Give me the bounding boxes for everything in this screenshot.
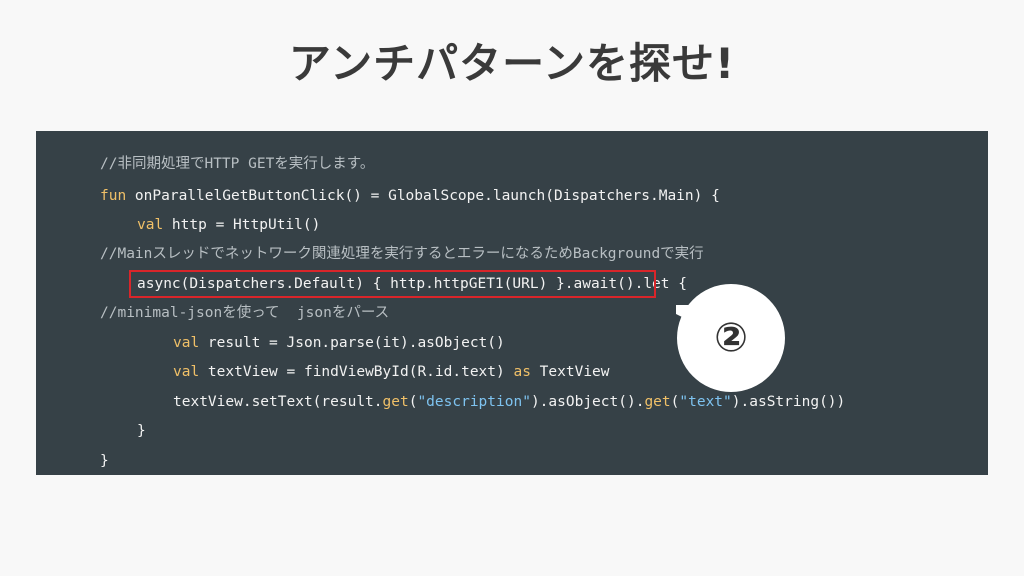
keyword-get: get [382,394,409,410]
code-line-settext: textView.setText(result.get("description… [173,391,845,413]
slide-title: アンチパターンを探せ! [288,39,736,88]
code-comment-line: //Mainスレッドでネットワーク関連処理を実行するとエラーになるためBackg… [100,246,704,262]
keyword-val: val [137,217,164,233]
highlight-box [129,270,656,298]
code-closing-brace: } [100,453,109,469]
code-line-fun: fun onParallelGetButtonClick() = GlobalS… [100,185,720,207]
code-closing-brace: } [137,423,146,439]
keyword-get: get [644,394,671,410]
callout-number: ② [714,315,748,361]
code-line-val-textview: val textView = findViewById(R.id.text) a… [173,361,610,383]
keyword-val: val [173,335,200,351]
code-comment-line: //非同期処理でHTTP GETを実行します。 [100,156,375,172]
keyword-as: as [513,364,531,380]
string-literal: "text" [679,394,732,410]
code-comment-line: //minimal-jsonを使って jsonをパース [100,305,390,321]
code-text: http = HttpUtil() [163,217,321,233]
code-text: textView.setText(result. [173,394,383,410]
string-literal: "description" [417,394,531,410]
code-line-val-result: val result = Json.parse(it).asObject() [173,332,505,354]
code-text: ).asObject(). [530,394,645,410]
code-text: TextView [530,364,610,380]
code-text: textView = findViewById(R.id.text) [199,364,514,380]
code-text: result = Json.parse(it).asObject() [199,335,505,351]
code-line-val-http: val http = HttpUtil() [137,214,320,236]
keyword-fun: fun [100,188,127,204]
code-text: onParallelGetButtonClick() = GlobalScope… [126,188,720,204]
code-text: ).asString()) [731,394,846,410]
keyword-val: val [173,364,200,380]
